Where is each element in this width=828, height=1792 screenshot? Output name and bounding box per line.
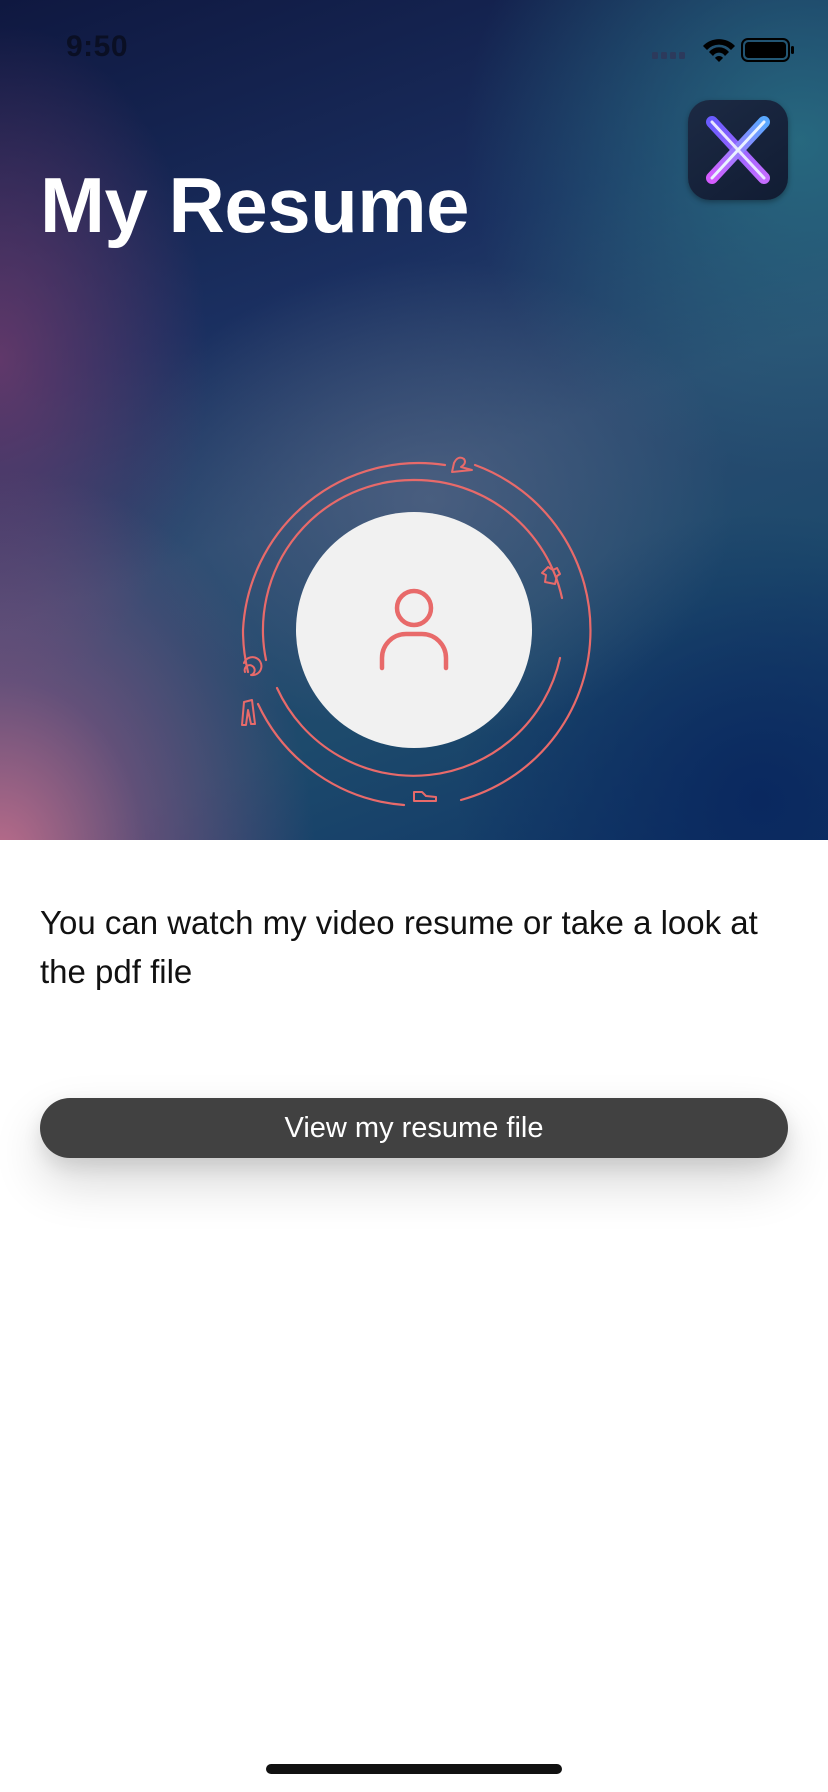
x-logo-svg <box>706 116 770 184</box>
pants-icon <box>241 699 256 726</box>
shoe-icon <box>413 791 437 802</box>
avatar[interactable] <box>296 512 532 748</box>
page-title: My Resume <box>40 161 470 249</box>
user-icon <box>379 588 449 671</box>
swirl-icon <box>243 656 263 677</box>
home-indicator[interactable] <box>266 1764 562 1774</box>
x-logo-icon[interactable] <box>688 100 788 200</box>
status-time: 9:50 <box>66 30 129 63</box>
view-resume-button[interactable]: View my resume file <box>40 1098 788 1158</box>
status-icons-svg <box>652 38 794 62</box>
hanger-icon <box>451 456 473 473</box>
wifi-icon <box>703 39 735 62</box>
description-text: You can watch my video resume or take a … <box>40 904 758 990</box>
battery-icon <box>741 38 794 62</box>
hero-header: 9:50 My Resume <box>0 0 828 840</box>
status-icons <box>650 34 800 64</box>
signal-icon <box>652 52 685 59</box>
